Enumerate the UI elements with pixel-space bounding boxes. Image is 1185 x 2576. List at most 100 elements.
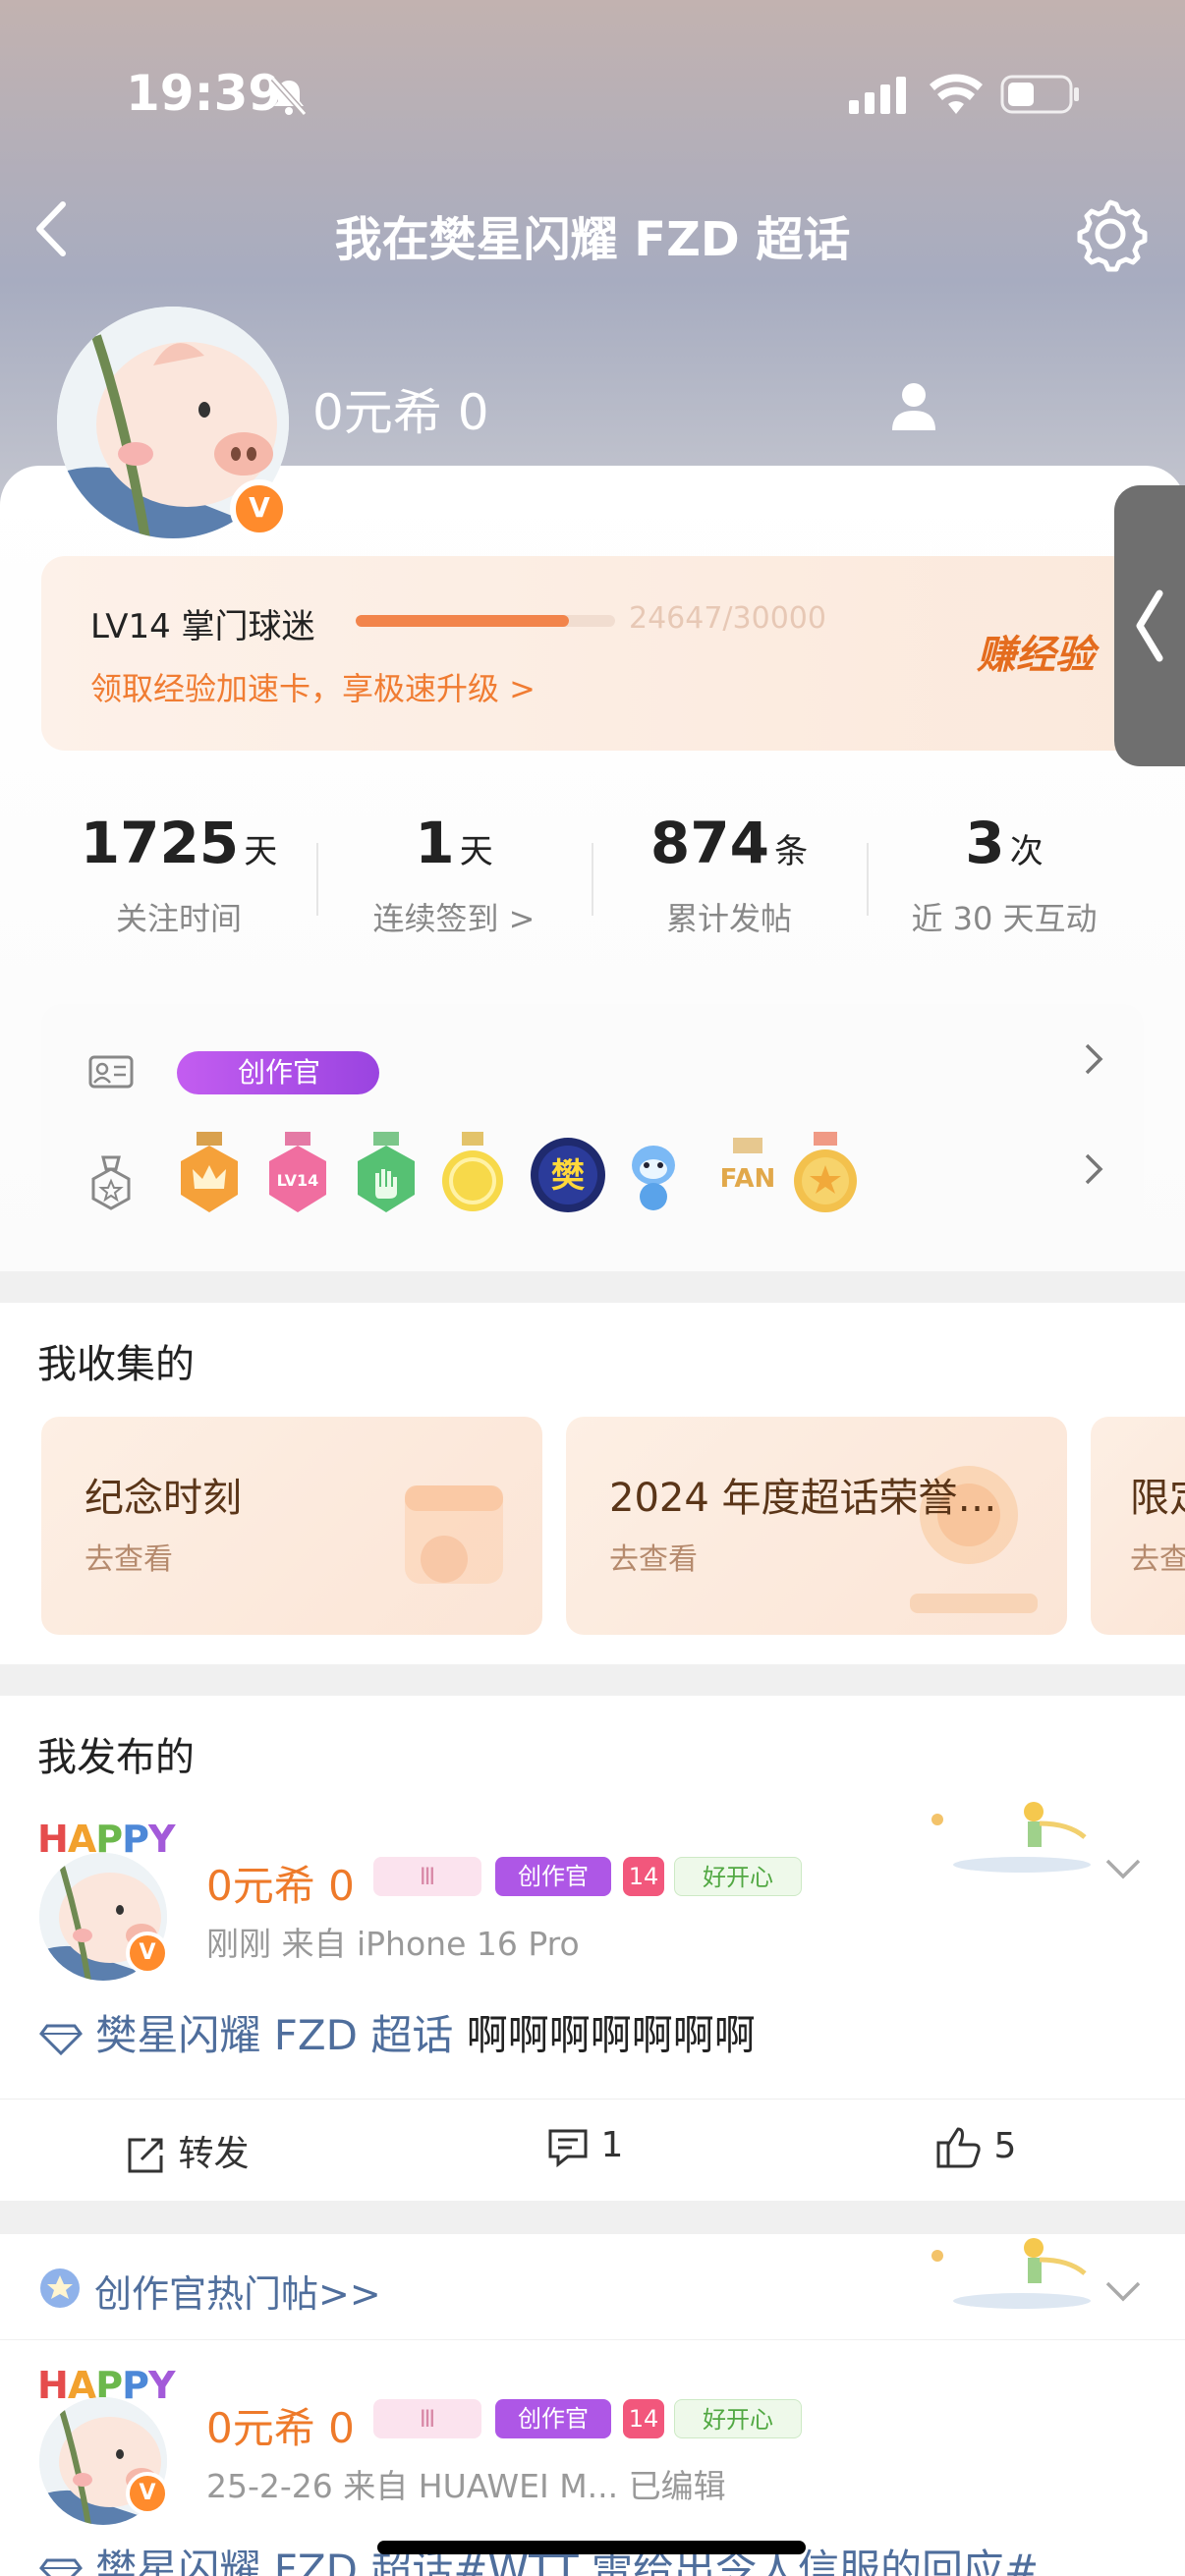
level-subtitle[interactable]: 领取经验加速卡，享极速升级 > xyxy=(90,664,536,709)
collected-heading: 我收集的 xyxy=(37,1342,195,1387)
stat-unit: 次 xyxy=(1009,832,1044,871)
comment-icon xyxy=(548,2129,588,2168)
stat-value: 1725 xyxy=(80,810,240,876)
id-card-icon xyxy=(88,1055,134,1089)
post-text: 啊啊啊啊啊啊啊 xyxy=(466,2011,756,2059)
chevron-left-icon xyxy=(1136,589,1163,662)
crown-medal-icon xyxy=(181,1132,238,1212)
collect-card-limited[interactable]: 限定 去查看 xyxy=(1091,1417,1185,1635)
mascot-medal-icon xyxy=(632,1146,675,1210)
post-author[interactable]: 0元希 0 xyxy=(206,2395,355,2455)
thumb-up-icon xyxy=(936,2127,981,2168)
fan-level-tag: Ⅲ xyxy=(373,1857,481,1896)
fan-medal-icon: 樊 xyxy=(531,1138,605,1212)
stat-value: 874 xyxy=(649,810,769,876)
hand-medal-icon xyxy=(358,1132,415,1212)
star-medal-icon xyxy=(794,1132,857,1212)
little-prince-decor-icon xyxy=(931,1802,1091,1873)
medals-row[interactable]: LV14 樊 FAN xyxy=(41,1112,1144,1224)
fan-text-medal-icon: FAN xyxy=(720,1138,776,1194)
chevron-down-icon[interactable] xyxy=(1104,1857,1142,1880)
creator-badge-label: 创作官 xyxy=(238,1056,321,1089)
creator-star-icon xyxy=(40,2268,80,2308)
chevron-down-icon[interactable] xyxy=(1104,2279,1142,2303)
diamond-topic-icon xyxy=(39,2558,83,2576)
stat-follow-days: 1725 天 关注时间 xyxy=(41,810,316,939)
collect-card-title: 限定 xyxy=(1130,1476,1185,1521)
stat-checkin[interactable]: 1 天 连续签到 > xyxy=(316,810,592,939)
chevron-right-icon[interactable] xyxy=(1081,1151,1104,1187)
post-topic-link[interactable]: 樊星闪耀 FZD 超话 xyxy=(95,2011,453,2059)
calendar-icon xyxy=(405,1485,503,1584)
side-drawer-tab[interactable] xyxy=(1114,485,1185,766)
post-actions: 转发 1 5 xyxy=(0,2099,1185,2197)
level-box[interactable]: LV14 掌门球迷 24647/30000 领取经验加速卡，享极速升级 > 赚经… xyxy=(41,556,1144,751)
username: 0元希 0 xyxy=(312,384,489,441)
level-progress-bar xyxy=(356,615,615,627)
stats-row: 1725 天 关注时间 1 天 连续签到 > 874 条 累计发帖 3 次 近 … xyxy=(41,810,1144,957)
gold-medal-icon xyxy=(442,1132,503,1211)
level-label: LV14 掌门球迷 xyxy=(90,607,315,646)
page-title: 我在樊星闪耀 FZD 超话 xyxy=(334,212,851,267)
medal-outline-icon xyxy=(91,1155,131,1210)
status-bar: 19:39 xyxy=(0,61,1185,130)
collect-card-title: 纪念时刻 xyxy=(85,1476,242,1521)
collect-card-title: 2024 年度超话荣誉… xyxy=(609,1476,997,1521)
collect-card-moments[interactable]: 纪念时刻 去查看 xyxy=(41,1417,542,1635)
badges-panel: 创作官 LV14 樊 FAN xyxy=(41,1004,1144,1224)
stat-posts: 874 条 累计发帖 xyxy=(592,810,867,939)
mood-tag: 好开心 xyxy=(674,1857,802,1896)
verified-badge: V xyxy=(126,1932,169,1975)
repost-button[interactable]: 转发 xyxy=(124,2125,249,2177)
collect-card-honor[interactable]: 2024 年度超话荣誉… 去查看 xyxy=(566,1417,1067,1635)
level-progress-fill xyxy=(356,615,569,627)
collect-card-sub: 去查看 xyxy=(609,1542,698,1577)
comment-button[interactable]: 1 xyxy=(546,2125,623,2168)
post-meta: 25-2-26 来自 HUAWEI M... 已编辑 xyxy=(206,2467,726,2505)
stat-label: 连续签到 > xyxy=(372,900,536,937)
stat-label: 累计发帖 xyxy=(665,900,792,937)
gear-icon[interactable] xyxy=(1071,195,1150,273)
verified-badge: V xyxy=(230,479,289,538)
published-heading: 我发布的 xyxy=(37,1735,195,1780)
creator-badge[interactable]: 创作官 xyxy=(177,1051,379,1094)
top-nav: 我在樊星闪耀 FZD 超话 xyxy=(0,177,1185,275)
stat-value: 3 xyxy=(965,810,1005,876)
creator-tag: 创作官 xyxy=(495,1857,611,1896)
post-meta: 刚刚 来自 iPhone 16 Pro xyxy=(206,1925,580,1963)
earn-exp-button[interactable]: 赚经验 xyxy=(977,623,1095,680)
repost-label: 转发 xyxy=(178,2134,250,2174)
stat-label: 近 30 天互动 xyxy=(911,900,1098,937)
level-gem-tag: 14 xyxy=(623,2399,664,2438)
creator-tag: 创作官 xyxy=(495,2399,611,2438)
chevron-right-icon[interactable] xyxy=(1081,1041,1104,1077)
comment-count: 1 xyxy=(600,2125,624,2165)
creator-hot-label[interactable]: 创作官热门帖>> xyxy=(94,2264,381,2318)
home-indicator xyxy=(377,2541,806,2554)
person-icon[interactable] xyxy=(888,379,939,432)
svg-text:樊: 樊 xyxy=(551,1156,585,1196)
lv-medal-icon: LV14 xyxy=(269,1132,326,1212)
stat-unit: 天 xyxy=(459,832,493,871)
stat-unit: 条 xyxy=(774,832,809,871)
profile-card: LV14 掌门球迷 24647/30000 领取经验加速卡，享极速升级 > 赚经… xyxy=(0,466,1185,1271)
level-gem-tag: 14 xyxy=(623,1857,664,1896)
creator-hot-bar[interactable]: 创作官热门帖>> xyxy=(0,2234,1185,2340)
status-time: 19:39 xyxy=(126,65,283,122)
fan-level-tag: Ⅲ xyxy=(373,2399,481,2438)
published-section: 我发布的 xyxy=(0,1696,1185,1806)
post-topic-row: 樊星闪耀 FZD 超话 啊啊啊啊啊啊啊 xyxy=(39,2002,756,2062)
stat-unit: 天 xyxy=(244,832,278,871)
svg-text:LV14: LV14 xyxy=(277,1171,319,1190)
post-author[interactable]: 0元希 0 xyxy=(206,1853,355,1913)
bell-muted-icon xyxy=(270,77,308,116)
identity-row[interactable]: 创作官 xyxy=(41,1004,1144,1112)
svg-text:FAN: FAN xyxy=(720,1164,776,1194)
verified-badge: V xyxy=(126,2472,169,2515)
battery-icon xyxy=(1000,75,1079,114)
post-card[interactable]: HAPPY V 0元希 0 Ⅲ 创作官 14 好开心 刚刚 来自 iPhone … xyxy=(0,1798,1185,2201)
signal-icon xyxy=(849,77,906,114)
like-button[interactable]: 5 xyxy=(935,2125,1016,2170)
stat-value: 1 xyxy=(415,810,455,876)
level-progress-text: 24647/30000 xyxy=(629,601,826,636)
